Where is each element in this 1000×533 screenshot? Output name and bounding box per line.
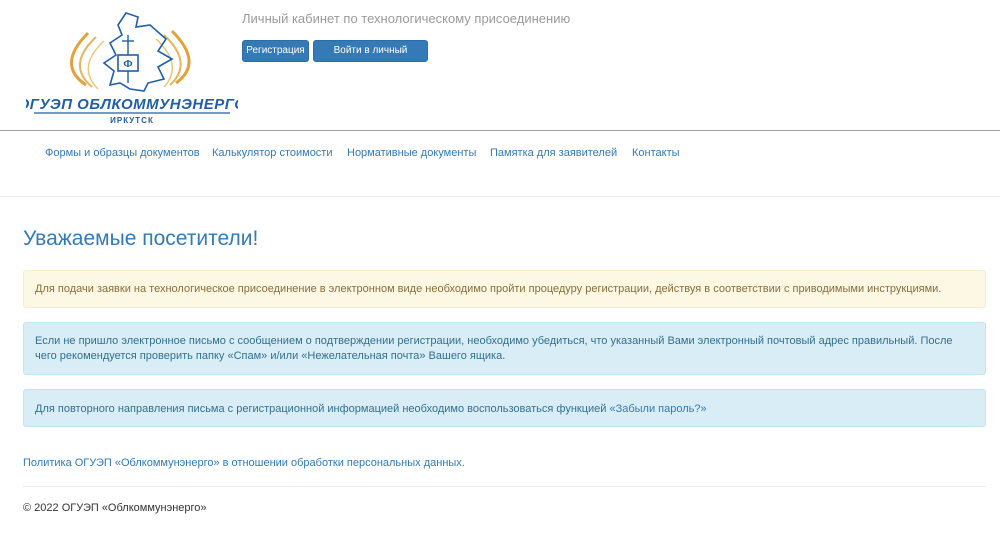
- nav-item-contacts[interactable]: Контакты: [632, 147, 680, 159]
- nav-item-cost-calculator[interactable]: Калькулятор стоимости: [212, 147, 333, 159]
- svg-text:ИРКУТСК: ИРКУТСК: [110, 116, 154, 125]
- alert-text: Для повторного направления письма с реги…: [35, 403, 610, 415]
- alert-registration-warning: Для подачи заявки на технологическое при…: [23, 270, 986, 308]
- svg-text:Ф: Ф: [123, 58, 133, 70]
- privacy-policy-link[interactable]: Политика ОГУЭП «Облкоммунэнерго» в отнош…: [23, 457, 465, 469]
- footer-divider: [23, 486, 986, 487]
- page-title: Уважаемые посетители!: [23, 227, 259, 250]
- forgot-password-link[interactable]: «Забыли пароль?»: [609, 403, 706, 415]
- footer-copyright: © 2022 ОГУЭП «Облкоммунэнерго»: [23, 502, 207, 514]
- register-button[interactable]: Регистрация: [242, 40, 309, 62]
- portal-title: Личный кабинет по технологическому присо…: [242, 11, 571, 26]
- company-logo[interactable]: Ф ОГУЭП ОБЛКОММУНЭНЕРГО ИРКУТСК: [26, 5, 238, 127]
- svg-text:ОГУЭП ОБЛКОММУНЭНЕРГО: ОГУЭП ОБЛКОММУНЭНЕРГО: [26, 96, 238, 113]
- nav-item-applicant-guide[interactable]: Памятка для заявителей: [490, 147, 617, 159]
- alert-text: Если не пришло электронное письмо с сооб…: [35, 335, 953, 362]
- main-nav: Формы и образцы документов Калькулятор с…: [0, 131, 1000, 197]
- alert-text: Для подачи заявки на технологическое при…: [35, 283, 942, 295]
- site-header: Ф ОГУЭП ОБЛКОММУНЭНЕРГО ИРКУТСК Личный к…: [0, 0, 1000, 131]
- nav-item-document-forms[interactable]: Формы и образцы документов: [45, 147, 200, 159]
- login-button[interactable]: Войти в личный кабинет: [313, 40, 428, 76]
- alert-email-confirmation-info: Если не пришло электронное письмо с сооб…: [23, 322, 986, 375]
- nav-item-regulatory-documents[interactable]: Нормативные документы: [347, 147, 476, 159]
- alert-password-recovery-info: Для повторного направления письма с реги…: [23, 389, 986, 427]
